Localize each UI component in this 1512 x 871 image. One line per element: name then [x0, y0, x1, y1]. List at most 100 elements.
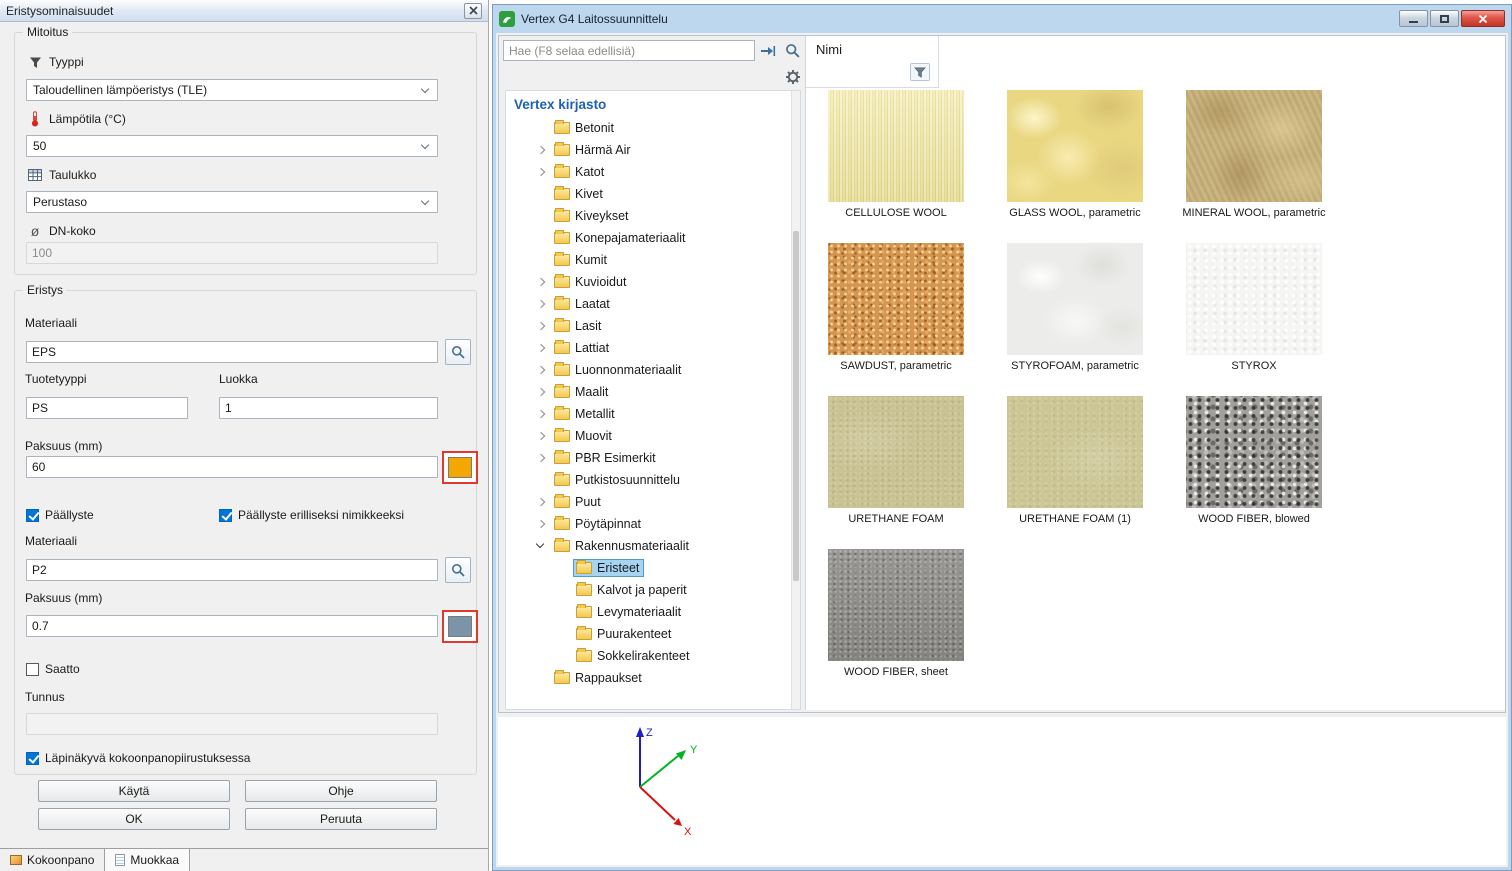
tree-scrollbar[interactable]: [791, 91, 800, 709]
paallyste-color-swatch-button[interactable]: [442, 610, 478, 643]
luokka-input[interactable]: [219, 397, 438, 419]
chevron-right-icon[interactable]: [534, 407, 548, 421]
tree-item-muovit[interactable]: Muovit: [506, 425, 800, 447]
chevron-right-icon[interactable]: [534, 341, 548, 355]
name-column-header[interactable]: Nimi: [806, 36, 939, 88]
tree-item-konepajamateriaalit[interactable]: Konepajamateriaalit: [506, 227, 800, 249]
chevron-right-icon[interactable]: [534, 363, 548, 377]
material-item[interactable]: URETHANE FOAM: [828, 396, 964, 525]
tree-item-luonnonmateriaalit[interactable]: Luonnonmateriaalit: [506, 359, 800, 381]
chevron-right-icon[interactable]: [534, 385, 548, 399]
tree-item-pöytäpinnat[interactable]: Pöytäpinnat: [506, 513, 800, 535]
chevron-right-icon[interactable]: [534, 429, 548, 443]
material-item[interactable]: WOOD FIBER, sheet: [828, 549, 964, 678]
tab-kokoonpano[interactable]: Kokoonpano: [0, 849, 104, 871]
peruuta-button[interactable]: Peruuta: [245, 808, 437, 830]
maximize-button[interactable]: [1430, 10, 1459, 27]
chevron-placeholder: [556, 561, 570, 575]
lampotila-select[interactable]: 50: [26, 135, 438, 157]
tree-item-pbr-esimerkit[interactable]: PBR Esimerkit: [506, 447, 800, 469]
close-button[interactable]: [1461, 10, 1505, 27]
chevron-right-icon[interactable]: [534, 319, 548, 333]
tree-item-betonit[interactable]: Betonit: [506, 117, 800, 139]
tree-item-kuvioidut[interactable]: Kuvioidut: [506, 271, 800, 293]
paallyste-checkbox[interactable]: Päällyste: [26, 508, 94, 522]
tuotetyyppi-input[interactable]: [26, 397, 188, 419]
material-item[interactable]: GLASS WOOL, parametric: [1007, 90, 1143, 219]
paksuus-input[interactable]: [26, 456, 438, 478]
tree-item-puut[interactable]: Puut: [506, 491, 800, 513]
scrollbar-thumb[interactable]: [793, 231, 799, 581]
tree-item-maalit[interactable]: Maalit: [506, 381, 800, 403]
tree-root-item[interactable]: Vertex kirjasto: [506, 91, 800, 117]
tab-muokkaa[interactable]: Muokkaa: [104, 848, 190, 871]
kayta-button[interactable]: Käytä: [38, 780, 230, 802]
tree-item-lasit[interactable]: Lasit: [506, 315, 800, 337]
chevron-right-icon[interactable]: [534, 517, 548, 531]
ok-button[interactable]: OK: [38, 808, 230, 830]
tree-item-kumit[interactable]: Kumit: [506, 249, 800, 271]
material-item[interactable]: STYROX: [1186, 243, 1322, 372]
checkbox-icon: [219, 509, 232, 522]
tree-item-puurakenteet[interactable]: Puurakenteet: [506, 623, 800, 645]
paallyste-materiaali-label: Materiaali: [25, 534, 77, 548]
dialog-close-button[interactable]: [464, 3, 482, 19]
chevron-right-icon[interactable]: [534, 451, 548, 465]
chevron-down-icon[interactable]: [534, 539, 548, 553]
library-search-button[interactable]: [781, 40, 803, 61]
tree-item-rappaukset[interactable]: Rappaukset: [506, 667, 800, 689]
tree-item-rakennusmateriaalit[interactable]: Rakennusmateriaalit: [506, 535, 800, 557]
chevron-right-icon[interactable]: [534, 165, 548, 179]
ohje-button[interactable]: Ohje: [245, 780, 437, 802]
saatto-checkbox[interactable]: Saatto: [26, 662, 80, 676]
tree-item-eristeet[interactable]: Eristeet: [506, 557, 800, 579]
material-item[interactable]: STYROFOAM, parametric: [1007, 243, 1143, 372]
tree-item-härmä-air[interactable]: Härmä Air: [506, 139, 800, 161]
lapinakyva-checkbox[interactable]: Läpinäkyvä kokoonpanopiirustuksessa: [26, 751, 250, 765]
material-item[interactable]: SAWDUST, parametric: [828, 243, 964, 372]
filter-button[interactable]: [910, 63, 930, 81]
library-search-input[interactable]: [503, 40, 755, 61]
settings-gear-button[interactable]: [782, 66, 804, 87]
bottom-tabbar: Kokoonpano Muokkaa: [0, 848, 488, 871]
tree-item-sokkelirakenteet[interactable]: Sokkelirakenteet: [506, 645, 800, 667]
dialog-titlebar[interactable]: Eristysominaisuudet: [0, 0, 488, 22]
tree-item-label: Levymateriaalit: [597, 605, 681, 619]
material-item[interactable]: MINERAL WOOL, parametric: [1186, 90, 1322, 219]
tree-item-putkistosuunnittelu[interactable]: Putkistosuunnittelu: [506, 469, 800, 491]
chevron-right-icon[interactable]: [534, 495, 548, 509]
search-go-button[interactable]: [757, 40, 779, 61]
folder-icon: [554, 364, 570, 376]
minimize-button[interactable]: [1399, 10, 1428, 27]
tree-item-kiveykset[interactable]: Kiveykset: [506, 205, 800, 227]
chevron-right-icon[interactable]: [534, 143, 548, 157]
materiaali-input[interactable]: [26, 341, 438, 363]
paallyste-paksuus-input[interactable]: [26, 615, 438, 637]
tree-item-katot[interactable]: Katot: [506, 161, 800, 183]
tree-item-levymateriaalit[interactable]: Levymateriaalit: [506, 601, 800, 623]
materials-panel: Nimi CELLULOSE WOOL GLASS WOOL, parametri…: [805, 36, 1505, 710]
tree-item-metallit[interactable]: Metallit: [506, 403, 800, 425]
model-viewport[interactable]: Z Y X: [498, 717, 1506, 865]
tree-item-kalvot-ja-paperit[interactable]: Kalvot ja paperit: [506, 579, 800, 601]
group-mitoitus: Mitoitus Tyyppi Taloudellinen lämpöerist…: [14, 32, 477, 275]
tree-item-kivet[interactable]: Kivet: [506, 183, 800, 205]
paallyste-erillinen-checkbox[interactable]: Päällyste erilliseksi nimikkeeksi: [219, 508, 404, 522]
materiaali-search-button[interactable]: [445, 339, 471, 365]
tree-item-label: Pöytäpinnat: [575, 517, 641, 531]
taulukko-select[interactable]: Perustaso: [26, 191, 438, 213]
checkbox-icon: [26, 752, 39, 765]
material-item[interactable]: CELLULOSE WOOL: [828, 90, 964, 219]
paallyste-materiaali-search-button[interactable]: [445, 557, 471, 583]
chevron-right-icon[interactable]: [534, 275, 548, 289]
tree-item-lattiat[interactable]: Lattiat: [506, 337, 800, 359]
eristys-color-swatch-button[interactable]: [442, 451, 478, 484]
chevron-right-icon[interactable]: [534, 297, 548, 311]
material-item[interactable]: URETHANE FOAM (1): [1007, 396, 1143, 525]
window-titlebar[interactable]: Vertex G4 Laitossuunnittelu: [493, 5, 1511, 32]
tyyppi-select[interactable]: Taloudellinen lämpöeristys (TLE): [26, 79, 438, 101]
tree-item-laatat[interactable]: Laatat: [506, 293, 800, 315]
window-controls: [1399, 10, 1505, 27]
material-item[interactable]: WOOD FIBER, blowed: [1186, 396, 1322, 525]
paallyste-materiaali-input[interactable]: [26, 559, 438, 581]
